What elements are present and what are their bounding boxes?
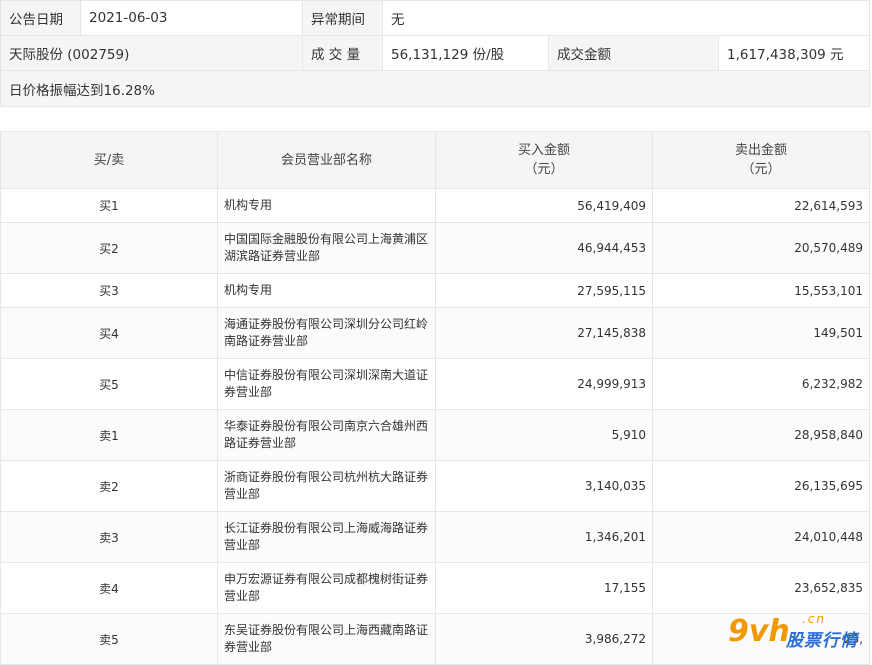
side-cell: 买4	[0, 307, 218, 359]
buy-amount-cell: 3,986,272	[435, 613, 653, 665]
buy-amount-cell: 1,346,201	[435, 511, 653, 563]
buy-amount-cell: 24,999,913	[435, 358, 653, 410]
table-row: 买4 海通证券股份有限公司深圳分公司红岭 南路证券营业部 27,145,838 1…	[0, 307, 870, 359]
trading-seats-table: 买/卖 会员营业部名称 买入金额 （元） 卖出金额 （元） 买1 机构专用 56,4…	[0, 131, 870, 665]
side-cell: 卖3	[0, 511, 218, 563]
member-name-cell: 机构专用	[217, 273, 436, 308]
announce-date-label: 公告日期	[0, 0, 81, 36]
table-row: 卖3 长江证券股份有限公司上海威海路证券 营业部 1,346,201 24,010…	[0, 511, 870, 563]
buy-amount-cell: 27,145,838	[435, 307, 653, 359]
header-buy-amount: 买入金额 （元）	[435, 131, 653, 189]
volume-value: 56,131,129 份/股	[382, 35, 549, 71]
side-cell: 买1	[0, 188, 218, 223]
sell-amount-cell: 6,232,982	[652, 358, 870, 410]
stock-name-code: 天际股份 (002759)	[0, 35, 303, 71]
member-name-cell: 东吴证券股份有限公司上海西藏南路证 券营业部	[217, 613, 436, 665]
sell-amount-cell: 15,553,101	[652, 273, 870, 308]
buy-amount-cell: 3,140,035	[435, 460, 653, 512]
side-cell: 买2	[0, 222, 218, 274]
sell-amount-cell: 24,010,448	[652, 511, 870, 563]
sell-amount-cell: 26,135,695	[652, 460, 870, 512]
side-cell: 卖2	[0, 460, 218, 512]
header-side: 买/卖	[0, 131, 218, 189]
table-row: 买1 机构专用 56,419,409 22,614,593	[0, 188, 870, 223]
abnormal-period-label: 异常期间	[302, 0, 383, 36]
volume-label: 成 交 量	[302, 35, 383, 71]
buy-amount-cell: 56,419,409	[435, 188, 653, 223]
watermark-logo-mark: 9vh	[728, 614, 790, 649]
member-name-cell: 长江证券股份有限公司上海威海路证券 营业部	[217, 511, 436, 563]
announce-date-value: 2021-06-03	[80, 0, 303, 36]
sell-amount-cell: 22,614,593	[652, 188, 870, 223]
member-name-cell: 海通证券股份有限公司深圳分公司红岭 南路证券营业部	[217, 307, 436, 359]
table-row: 买3 机构专用 27,595,115 15,553,101	[0, 273, 870, 308]
table-row: 卖2 浙商证券股份有限公司杭州杭大路证券 营业部 3,140,035 26,135…	[0, 460, 870, 512]
member-name-cell: 机构专用	[217, 188, 436, 223]
amount-value: 1,617,438,309 元	[718, 35, 870, 71]
buy-amount-cell: 17,155	[435, 562, 653, 614]
side-cell: 卖1	[0, 409, 218, 461]
member-name-cell: 浙商证券股份有限公司杭州杭大路证券 营业部	[217, 460, 436, 512]
header-sell-amount: 卖出金额 （元）	[652, 131, 870, 189]
abnormal-reason: 日价格振幅达到16.28%	[0, 70, 870, 107]
side-cell: 买5	[0, 358, 218, 410]
member-name-cell: 华泰证券股份有限公司南京六合雄州西 路证券营业部	[217, 409, 436, 461]
buy-amount-cell: 46,944,453	[435, 222, 653, 274]
watermark-logo: 9vh .cn 股票行情	[728, 612, 872, 658]
amount-label: 成交金额	[548, 35, 719, 71]
watermark-domain: .cn	[802, 612, 827, 626]
sell-amount-cell: 23,652,835	[652, 562, 870, 614]
buy-amount-cell: 27,595,115	[435, 273, 653, 308]
table-row: 买2 中国国际金融股份有限公司上海黄浦区 湖滨路证券营业部 46,944,453 …	[0, 222, 870, 274]
side-cell: 卖4	[0, 562, 218, 614]
member-name-cell: 中国国际金融股份有限公司上海黄浦区 湖滨路证券营业部	[217, 222, 436, 274]
member-name-cell: 中信证券股份有限公司深圳深南大道证 券营业部	[217, 358, 436, 410]
sell-amount-cell: 149,501	[652, 307, 870, 359]
side-cell: 买3	[0, 273, 218, 308]
sell-amount-cell: 28,958,840	[652, 409, 870, 461]
abnormal-period-value: 无	[382, 0, 870, 36]
header-member-name: 会员营业部名称	[217, 131, 436, 189]
table-row: 卖4 申万宏源证券有限公司成都槐树街证券 营业部 17,155 23,652,83…	[0, 562, 870, 614]
table-row: 买5 中信证券股份有限公司深圳深南大道证 券营业部 24,999,913 6,23…	[0, 358, 870, 410]
buy-amount-cell: 5,910	[435, 409, 653, 461]
watermark-text: 股票行情	[786, 631, 858, 651]
sell-amount-cell: 20,570,489	[652, 222, 870, 274]
table-row: 卖1 华泰证券股份有限公司南京六合雄州西 路证券营业部 5,910 28,958,…	[0, 409, 870, 461]
member-name-cell: 申万宏源证券有限公司成都槐树街证券 营业部	[217, 562, 436, 614]
side-cell: 卖5	[0, 613, 218, 665]
announcement-info-table: 公告日期 2021-06-03 异常期间 无 天际股份 (002759) 成 交…	[0, 0, 870, 107]
